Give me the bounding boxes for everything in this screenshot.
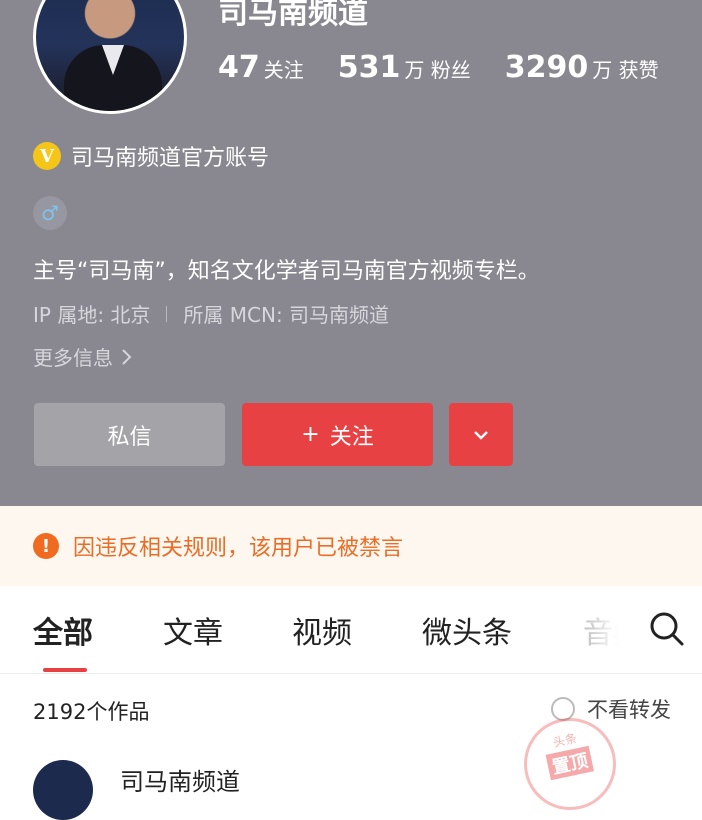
more-info-link[interactable]: 更多信息 (33, 342, 133, 371)
alert-icon: ! (33, 533, 59, 559)
ip-location: IP 属地: 北京 (33, 303, 151, 327)
v-badge-icon: V (33, 142, 61, 170)
more-actions-button[interactable] (449, 403, 513, 466)
tab-all[interactable]: 全部 (33, 608, 93, 652)
stat-followers-label: 万 粉丝 (404, 58, 471, 82)
stat-following-label: 关注 (263, 58, 304, 82)
notice-text: 因违反相关规则，该用户已被禁言 (73, 536, 404, 561)
meta-divider (166, 305, 168, 322)
chevron-right-icon (122, 348, 132, 365)
stat-likes[interactable]: 3290 万 获赞 (505, 50, 659, 85)
stat-following-count: 47 (218, 50, 260, 85)
message-button-label: 私信 (107, 424, 152, 450)
verified-text: 司马南频道官方账号 (71, 146, 270, 171)
mcn-info[interactable]: 所属 MCN: 司马南频道 (183, 299, 389, 328)
stat-likes-count: 3290 (504, 50, 589, 85)
stat-followers-count: 531 (337, 50, 401, 85)
plus-icon: + (301, 422, 320, 447)
follow-button-label: 关注 (329, 424, 374, 450)
profile-bio: 主号“司马南”，知名文化学者司马南官方视频专栏。 (33, 259, 540, 284)
mute-notice: ! 因违反相关规则，该用户已被禁言 (0, 506, 702, 586)
search-icon[interactable] (648, 610, 686, 648)
profile-name: 司马南频道 (218, 0, 368, 31)
tab-fade (583, 606, 633, 656)
chevron-down-icon (474, 430, 488, 440)
profile-meta: IP 属地: 北京 所属 MCN: 司马南频道 (33, 299, 389, 328)
active-tab-indicator (43, 668, 87, 672)
message-button[interactable]: 私信 (34, 403, 225, 466)
stat-following[interactable]: 47 关注 (218, 50, 304, 85)
verified-row: V 司马南频道官方账号 (33, 140, 269, 172)
profile-stats: 47 关注 531 万 粉丝 3290 万 获赞 (218, 50, 659, 85)
follow-button[interactable]: + 关注 (242, 403, 433, 466)
works-count: 2192个作品 (33, 700, 150, 724)
post-author[interactable]: 司马南频道 (120, 762, 240, 797)
post-avatar[interactable] (33, 760, 93, 820)
more-info-label: 更多信息 (33, 346, 113, 370)
tab-micro[interactable]: 微头条 (422, 608, 512, 652)
no-repost-label: 不看转发 (587, 698, 671, 722)
stat-followers[interactable]: 531 万 粉丝 (338, 50, 471, 85)
tabs-divider (0, 673, 702, 674)
stamp-main-text: 置顶 (545, 745, 595, 781)
male-icon: ♂ (33, 196, 67, 230)
tab-videos[interactable]: 视频 (292, 608, 352, 652)
tab-articles[interactable]: 文章 (163, 608, 223, 652)
stat-likes-label: 万 获赞 (592, 58, 659, 82)
